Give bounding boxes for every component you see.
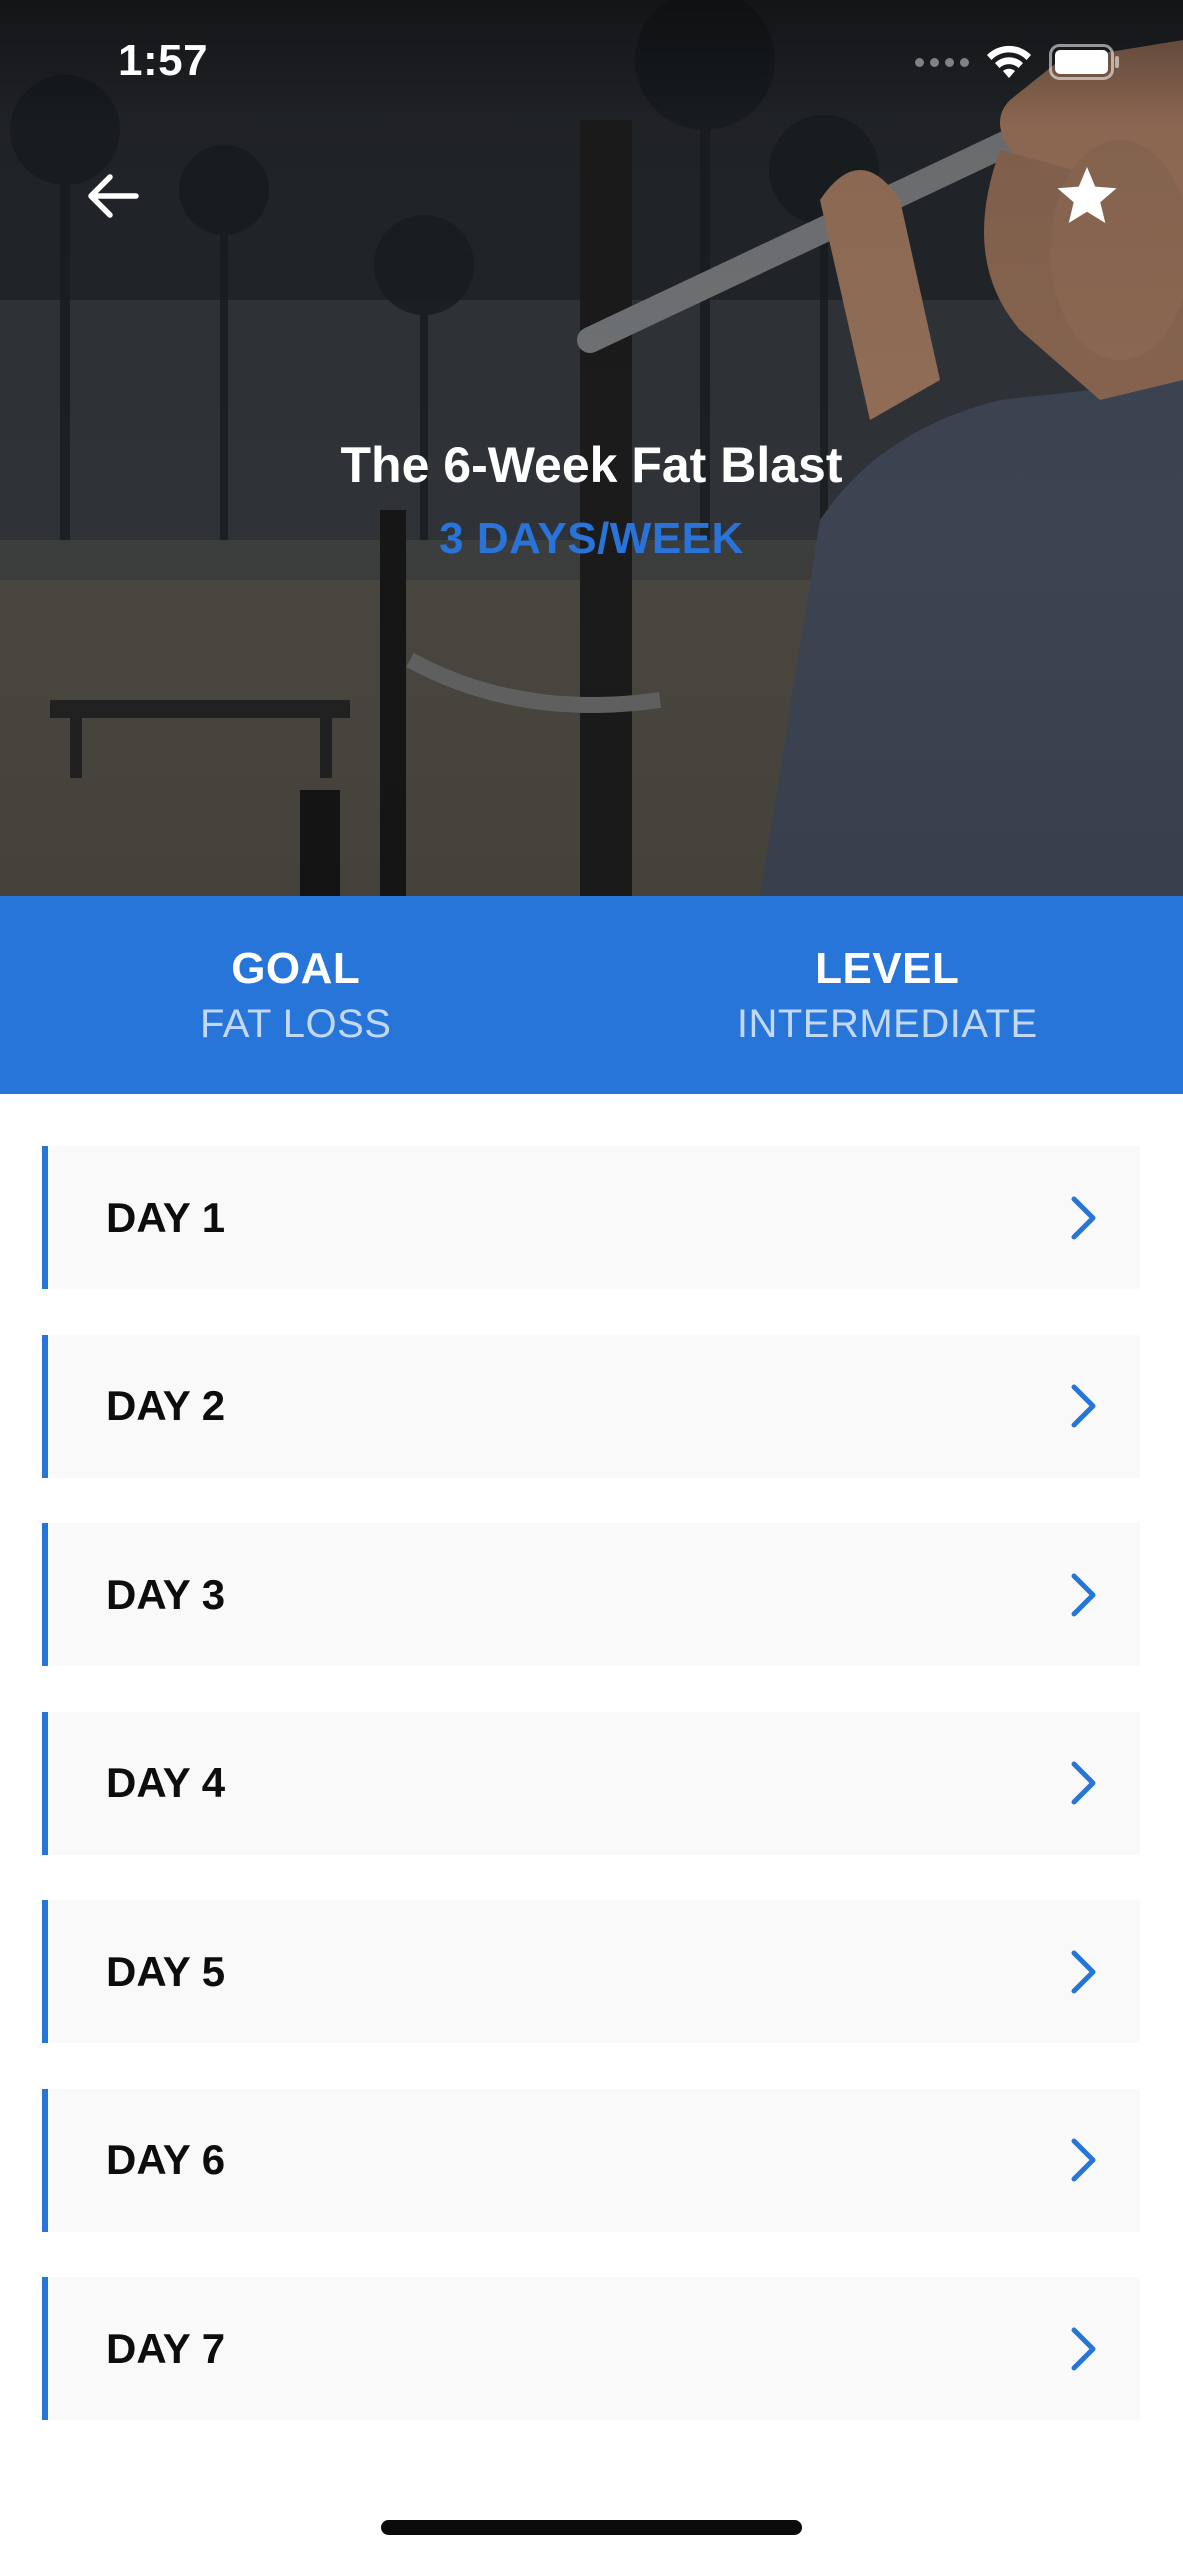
program-frequency: 3 DAYS/WEEK [439, 514, 744, 563]
day-item-5[interactable]: DAY 5 [42, 1900, 1140, 2043]
status-time: 1:57 [118, 36, 209, 85]
day-label: DAY 2 [106, 1382, 226, 1429]
day-item-2[interactable]: DAY 2 [42, 1334, 1140, 1478]
chevron-right-icon [1064, 1947, 1104, 1997]
back-button[interactable] [72, 156, 152, 236]
program-info-band: GOAL FAT LOSS LEVEL INTERMEDIATE [0, 896, 1183, 1094]
chevron-right-icon [1064, 1193, 1104, 1243]
day-label: DAY 5 [106, 1947, 226, 1995]
day-label: DAY 7 [106, 2324, 226, 2372]
day-item-3[interactable]: DAY 3 [42, 1523, 1140, 1666]
chevron-right-icon [1064, 1758, 1104, 1808]
chevron-right-icon [1064, 1381, 1104, 1431]
level-label: LEVEL [815, 943, 960, 993]
day-label: DAY 3 [106, 1570, 226, 1618]
cellular-signal-icon [915, 57, 969, 67]
day-item-6[interactable]: DAY 6 [42, 2088, 1140, 2232]
arrow-left-icon [88, 174, 139, 218]
day-label: DAY 6 [106, 2136, 226, 2183]
program-title: The 6-Week Fat Blast [340, 437, 843, 493]
chevron-right-icon [1064, 1570, 1104, 1620]
battery-icon [1049, 44, 1119, 80]
status-bar: 1:57 [0, 0, 1183, 130]
level-section: LEVEL INTERMEDIATE [592, 896, 1183, 1094]
day-item-4[interactable]: DAY 4 [42, 1711, 1140, 1855]
goal-value: FAT LOSS [200, 1001, 392, 1046]
day-item-1[interactable]: DAY 1 [42, 1146, 1140, 1289]
day-label: DAY 4 [106, 1759, 226, 1806]
day-list: DAY 1 DAY 2 DAY 3 DAY 4 DAY 5 DAY 6 DAY … [42, 1146, 1140, 2466]
status-icons [915, 44, 1121, 80]
favorite-button[interactable] [1047, 156, 1127, 236]
chevron-right-icon [1064, 2324, 1104, 2374]
day-item-7[interactable]: DAY 7 [42, 2277, 1140, 2420]
wifi-icon [987, 45, 1031, 78]
chevron-right-icon [1064, 2135, 1104, 2185]
level-value: INTERMEDIATE [736, 1001, 1038, 1046]
goal-section: GOAL FAT LOSS [0, 896, 592, 1094]
home-indicator[interactable] [381, 2520, 802, 2535]
goal-label: GOAL [231, 943, 361, 993]
day-label: DAY 1 [106, 1193, 226, 1241]
star-icon [1057, 167, 1117, 223]
